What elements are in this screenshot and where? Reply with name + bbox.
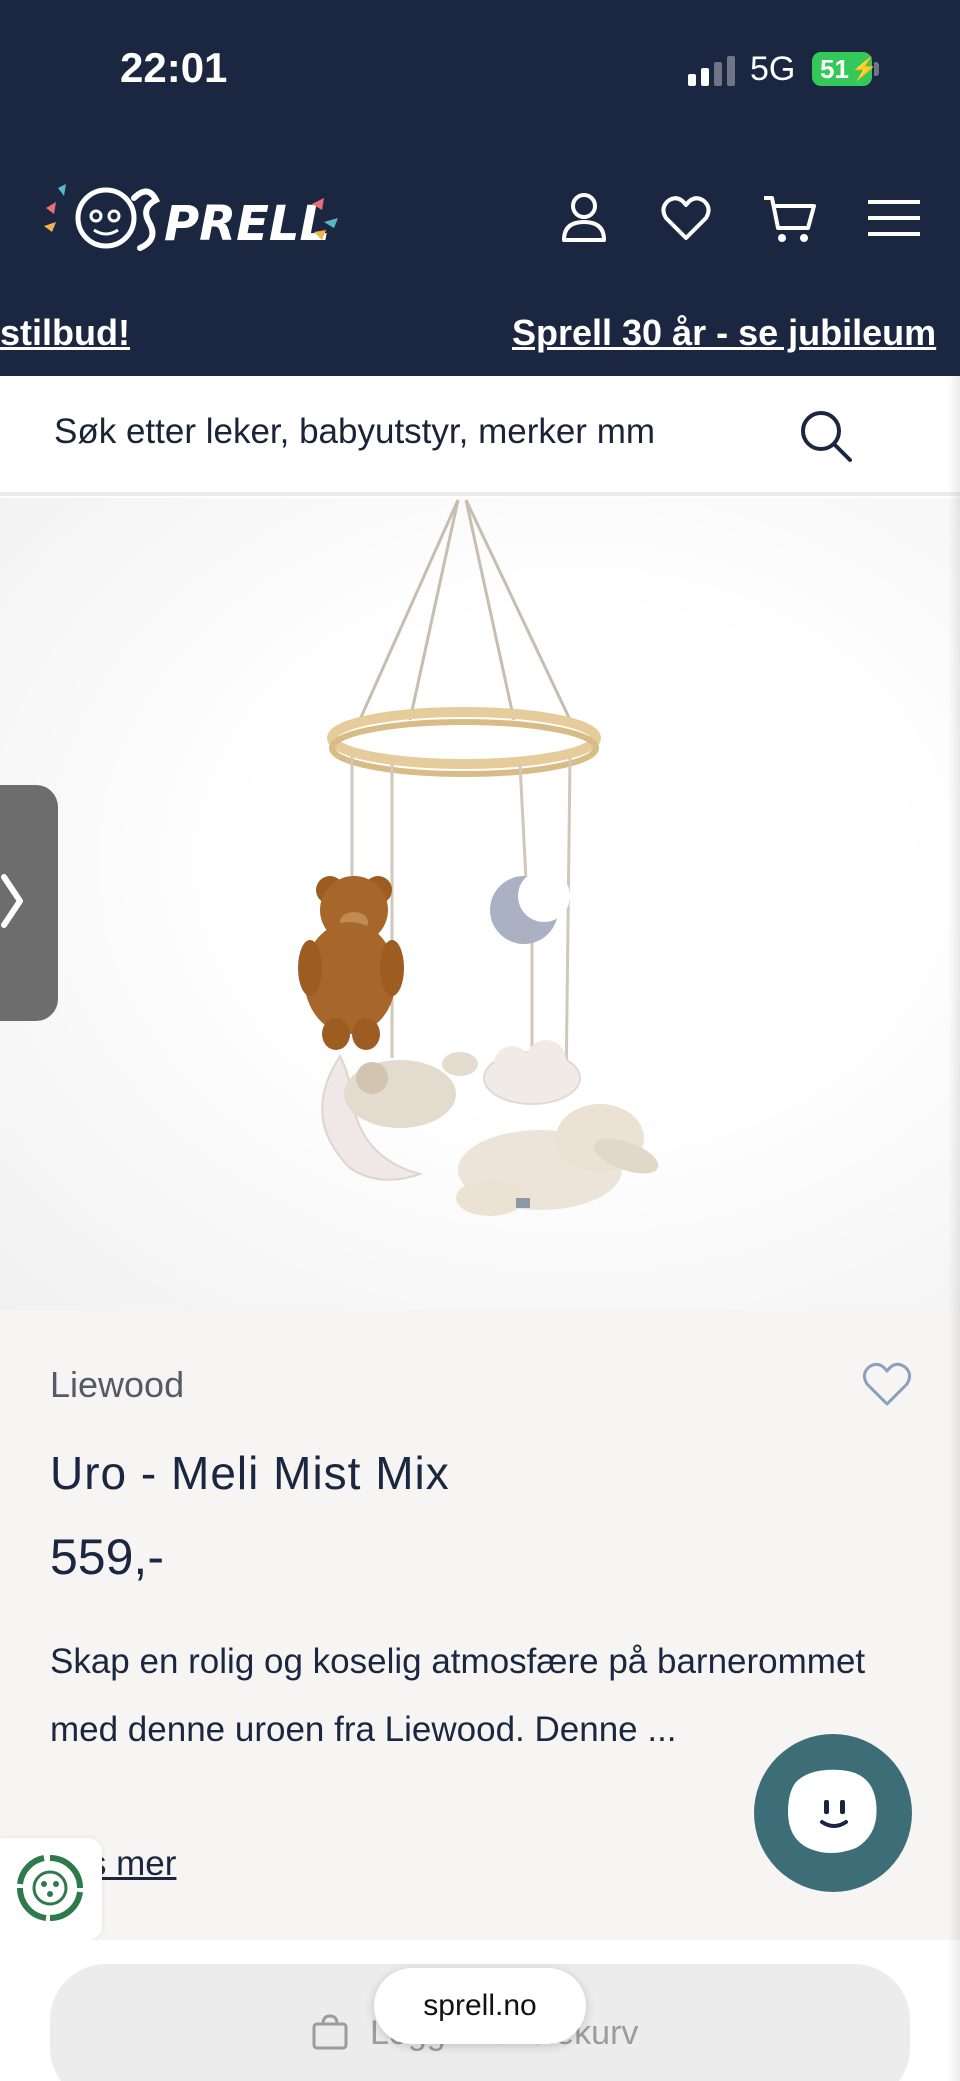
account-icon[interactable] [556,190,612,246]
sleeping-moon-toy [321,1052,478,1181]
search-icon[interactable] [796,406,856,466]
site-header: PRELL [0,140,960,290]
announcement-link-offers[interactable]: stilbud! [0,312,130,354]
chevron-right-icon [1,874,23,928]
product-description: Skap en rolig og koselig atmosfære på ba… [50,1642,866,1749]
shopping-bag-icon [312,2014,348,2050]
menu-icon[interactable] [866,190,922,246]
browser-url-bar[interactable]: sprell.no [374,1968,586,2044]
announcement-bar: stilbud! Sprell 30 år - se jubileum [0,290,960,376]
search-input[interactable]: Søk etter leker, babyutstyr, merker mm [54,412,655,452]
sprell-logo[interactable]: PRELL [36,178,356,258]
bear-toy [298,876,404,1050]
cart-icon[interactable] [762,190,818,246]
chat-button[interactable] [754,1734,912,1892]
side-panel-tab[interactable] [0,785,58,1021]
product-brand[interactable]: Liewood [50,1364,184,1406]
network-type: 5G [750,50,796,88]
page-edge-shadow [948,376,960,2081]
certification-badge[interactable] [0,1838,102,1940]
favorite-heart-icon[interactable] [860,1358,914,1408]
status-bar: 22:01 5G 51 ⚡ [0,0,960,140]
product-image[interactable] [0,498,960,1310]
baby-mobile-illustration [298,499,659,1216]
svg-text:PRELL: PRELL [164,196,330,252]
product-title: Uro - Meli Mist Mix [50,1447,450,1499]
signal-icon [688,56,735,86]
status-time: 22:01 [120,44,228,91]
chat-face-icon [788,1769,877,1853]
moon-toy [490,870,570,944]
bunny-toy [456,1104,659,1216]
product-price: 559,- [50,1529,164,1585]
battery-level: 51 [820,53,849,84]
battery-icon: 51 ⚡ [812,52,878,86]
search-bar[interactable]: Søk etter leker, babyutstyr, merker mm [0,376,960,496]
battery-tip [874,62,879,76]
announcement-link-anniversary[interactable]: Sprell 30 år - se jubileum [512,312,936,354]
heart-icon[interactable] [658,190,714,246]
recycle-badge-icon [16,1855,83,1922]
